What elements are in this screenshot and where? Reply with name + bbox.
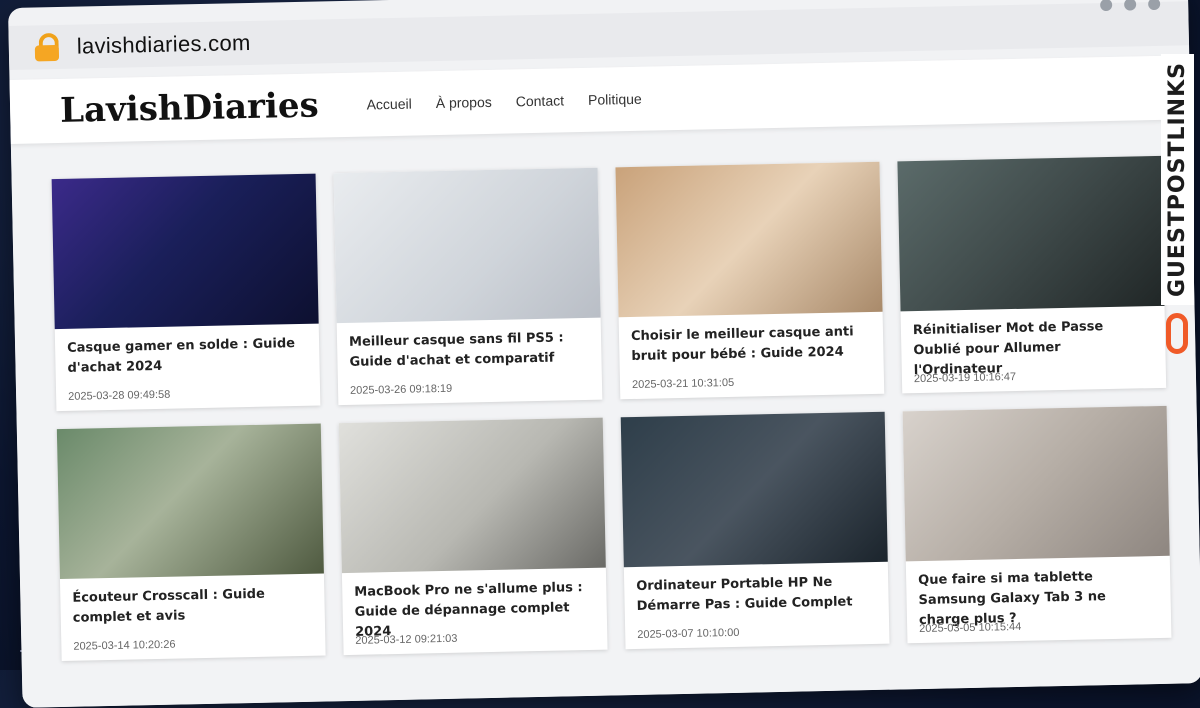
post-date: 2025-03-21 10:31:05 <box>631 376 735 392</box>
post-thumbnail[interactable] <box>897 155 1165 312</box>
post-title[interactable]: Réinitialiser Mot de Passe Oublié pour A… <box>913 316 1154 378</box>
post-thumbnail[interactable] <box>615 161 883 318</box>
link-icon <box>1166 313 1188 354</box>
post-thumbnail[interactable] <box>902 405 1170 562</box>
post-grid: Casque gamer en solde : Guide d'achat 20… <box>51 155 1172 662</box>
post-title[interactable]: Choisir le meilleur casque anti bruit po… <box>631 322 872 367</box>
post-title[interactable]: Meilleur casque sans fil PS5 : Guide d'a… <box>349 328 590 373</box>
main-nav: Accueil À propos Contact Politique <box>366 91 641 113</box>
post-title[interactable]: Casque gamer en solde : Guide d'achat 20… <box>67 334 308 379</box>
post-title[interactable]: Que faire si ma tablette Samsung Galaxy … <box>918 566 1159 628</box>
post-thumbnail[interactable] <box>51 173 319 330</box>
window-dot-icon[interactable] <box>1148 0 1161 11</box>
post-card[interactable]: Meilleur casque sans fil PS5 : Guide d'a… <box>333 167 603 406</box>
post-card[interactable]: Réinitialiser Mot de Passe Oublié pour A… <box>897 155 1167 394</box>
post-card[interactable]: Choisir le meilleur casque anti bruit po… <box>615 161 885 400</box>
lock-icon <box>33 32 62 62</box>
nav-contact[interactable]: Contact <box>516 92 565 109</box>
site-content: LavishDiaries Accueil À propos Contact P… <box>9 55 1200 708</box>
watermark-text: GUESTPOSTLINKS <box>1160 54 1194 305</box>
post-title[interactable]: Ordinateur Portable HP Ne Démarre Pas : … <box>636 572 877 617</box>
post-date: 2025-03-14 10:20:26 <box>73 638 176 653</box>
post-date: 2025-03-26 09:18:19 <box>349 382 453 397</box>
post-card[interactable]: Écouteur Crosscall : Guide complet et av… <box>56 423 326 662</box>
nav-a-propos[interactable]: À propos <box>436 94 492 111</box>
post-card[interactable]: Que faire si ma tablette Samsung Galaxy … <box>902 405 1172 644</box>
post-thumbnail[interactable] <box>56 423 324 580</box>
post-date: 2025-03-28 09:49:58 <box>68 388 171 403</box>
watermark: GUESTPOSTLINKS <box>1160 54 1194 354</box>
post-card[interactable]: Ordinateur Portable HP Ne Démarre Pas : … <box>620 411 890 650</box>
post-title[interactable]: Écouteur Crosscall : Guide complet et av… <box>72 584 313 629</box>
window-dot-icon[interactable] <box>1124 0 1137 11</box>
post-date: 2025-03-07 10:10:00 <box>637 626 740 641</box>
site-logo[interactable]: LavishDiaries <box>60 86 319 131</box>
window-dot-icon[interactable] <box>1100 0 1113 12</box>
post-thumbnail[interactable] <box>620 411 888 568</box>
browser-window: lavishdiaries.com LavishDiaries Accueil … <box>8 0 1200 708</box>
post-card[interactable]: Casque gamer en solde : Guide d'achat 20… <box>51 173 321 412</box>
url-text: lavishdiaries.com <box>76 29 251 59</box>
post-title[interactable]: MacBook Pro ne s'allume plus : Guide de … <box>354 578 595 640</box>
nav-politique[interactable]: Politique <box>588 91 642 108</box>
post-card[interactable]: MacBook Pro ne s'allume plus : Guide de … <box>338 417 608 656</box>
window-controls <box>1100 0 1161 12</box>
nav-accueil[interactable]: Accueil <box>366 96 411 113</box>
post-thumbnail[interactable] <box>338 417 606 574</box>
post-thumbnail[interactable] <box>333 167 601 324</box>
